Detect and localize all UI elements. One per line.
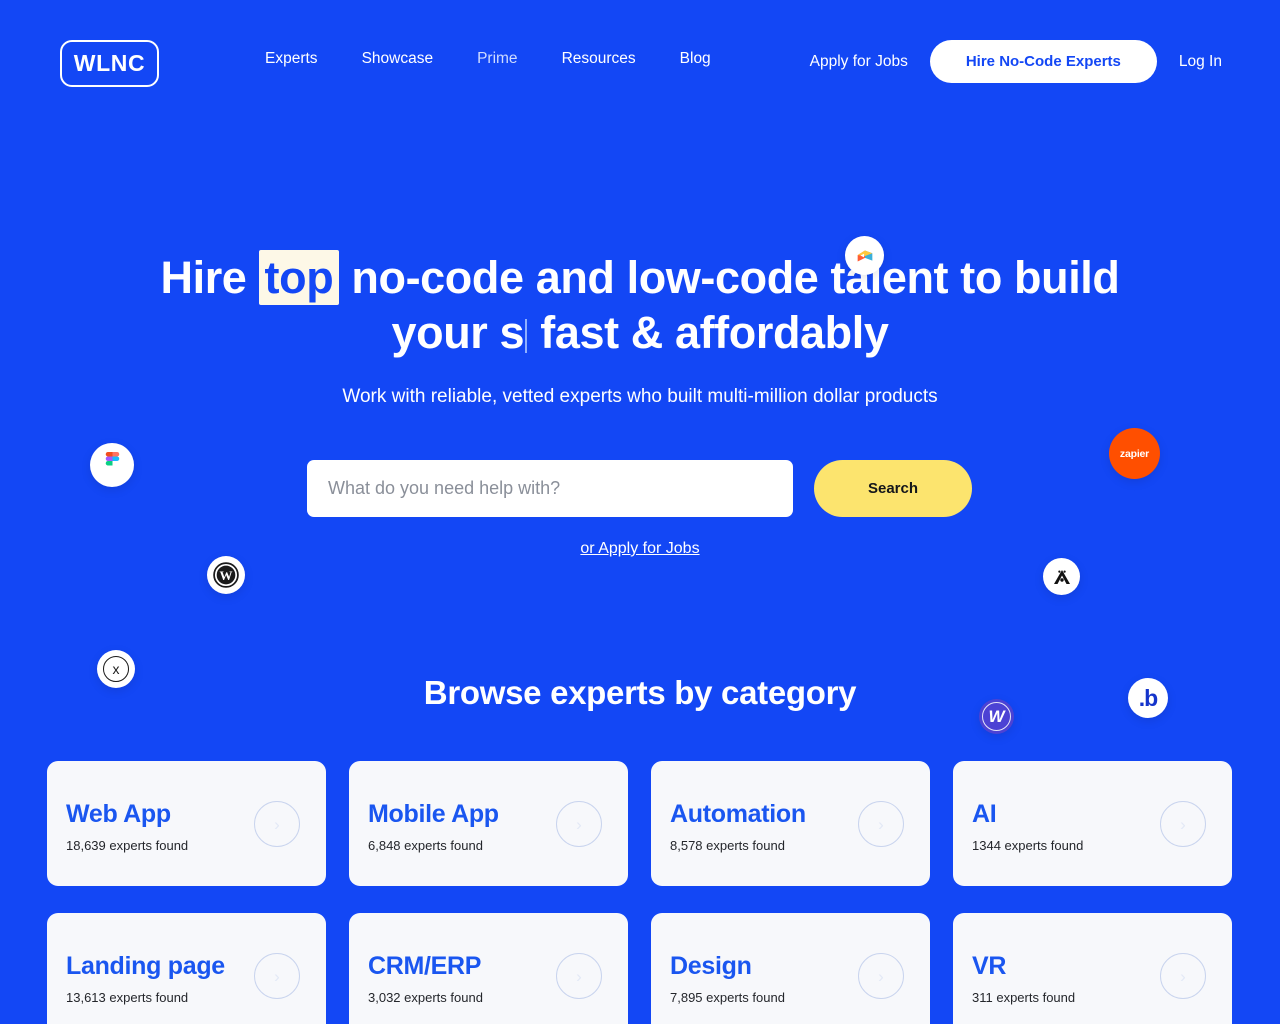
chevron-right-icon: ›	[858, 801, 904, 847]
categories-heading: Browse experts by category	[423, 674, 857, 711]
category-card-ai[interactable]: AI 1344 experts found ›	[953, 761, 1232, 886]
chevron-right-icon: ›	[556, 953, 602, 999]
category-card-web-app[interactable]: Web App 18,639 experts found ›	[47, 761, 326, 886]
header-actions: Apply for Jobs Hire No-Code Experts Log …	[810, 40, 1222, 83]
search-input[interactable]	[307, 460, 793, 517]
apply-for-jobs-link[interactable]: Apply for Jobs	[810, 53, 908, 71]
chevron-right-icon: ›	[254, 801, 300, 847]
page-title: Hire top no-code and low-code talent to …	[160, 250, 1120, 360]
headline-part-3: fast & affordably	[528, 307, 889, 358]
category-card-automation[interactable]: Automation 8,578 experts found ›	[651, 761, 930, 886]
figma-icon[interactable]	[90, 443, 134, 487]
logo[interactable]: WLNC	[60, 40, 159, 87]
nav-item-prime[interactable]: Prime	[455, 50, 539, 68]
headline-highlight: top	[258, 250, 340, 305]
nav-item-showcase[interactable]: Showcase	[340, 50, 456, 68]
svg-text:W: W	[220, 568, 233, 583]
chevron-right-icon: ›	[1160, 801, 1206, 847]
hero-subtitle: Work with reliable, vetted experts who b…	[342, 386, 938, 407]
logo-text: WLNC	[73, 50, 146, 76]
category-card-crm-erp[interactable]: CRM/ERP 3,032 experts found ›	[349, 913, 628, 1024]
bubble-wordmark: .b	[1138, 684, 1158, 711]
search-button[interactable]: Search	[814, 460, 972, 517]
category-card-mobile-app[interactable]: Mobile App 6,848 experts found ›	[349, 761, 628, 886]
chevron-right-icon: ›	[858, 953, 904, 999]
log-in-link[interactable]: Log In	[1179, 53, 1222, 71]
tilda-glyph: x	[103, 656, 129, 682]
category-card-design[interactable]: Design 7,895 experts found ›	[651, 913, 930, 1024]
retool-icon[interactable]	[845, 236, 884, 275]
site-header: WLNC Experts Showcase Prime Resources Bl…	[0, 0, 1280, 122]
headline-part-1: Hire	[160, 252, 259, 303]
hero-section: Hire top no-code and low-code talent to …	[0, 122, 1280, 734]
zapier-icon[interactable]: zapier	[1109, 428, 1160, 479]
wordpress-icon[interactable]: W	[207, 556, 245, 594]
text-caret	[525, 319, 528, 353]
nav-item-experts[interactable]: Experts	[265, 50, 340, 68]
nav-item-blog[interactable]: Blog	[658, 50, 733, 68]
zapier-wordmark: zapier	[1119, 447, 1150, 460]
primary-nav: Experts Showcase Prime Resources Blog	[265, 50, 733, 68]
airtable-icon[interactable]	[1043, 558, 1080, 595]
category-card-vr[interactable]: VR 311 experts found ›	[953, 913, 1232, 1024]
nav-item-resources[interactable]: Resources	[540, 50, 658, 68]
categories-grid: Web App 18,639 experts found › Mobile Ap…	[47, 761, 1233, 1024]
search-bar: Search	[307, 460, 972, 517]
chevron-right-icon: ›	[556, 801, 602, 847]
chevron-right-icon: ›	[1160, 953, 1206, 999]
category-card-landing-page[interactable]: Landing page 13,613 experts found ›	[47, 913, 326, 1024]
tilda-icon[interactable]: x	[97, 650, 135, 688]
hire-no-code-experts-button[interactable]: Hire No-Code Experts	[929, 40, 1157, 83]
or-apply-for-jobs-link[interactable]: or Apply for Jobs	[140, 540, 1140, 558]
chevron-right-icon: ›	[254, 953, 300, 999]
